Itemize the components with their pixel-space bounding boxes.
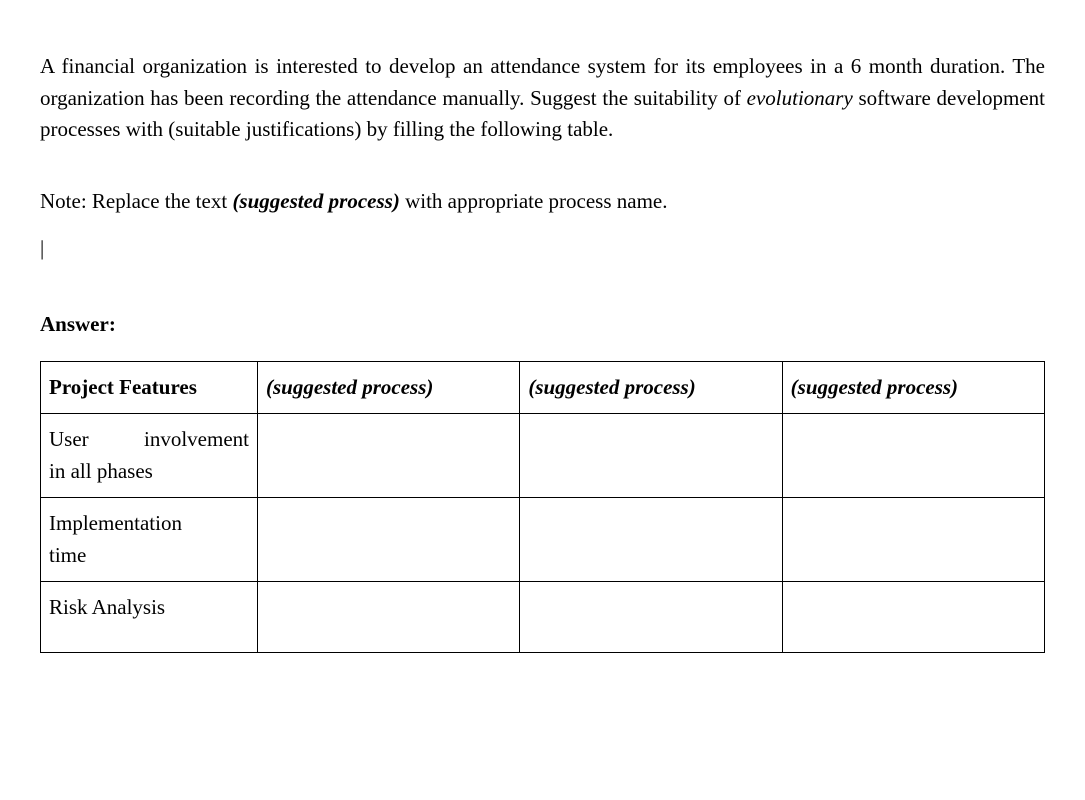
header-process-1: (suggested process)	[258, 361, 520, 414]
row-label-user-involvement: User involvement in all phases	[41, 414, 258, 498]
intro-paragraph: A financial organization is interested t…	[40, 51, 1045, 146]
header-process-3: (suggested process)	[782, 361, 1044, 414]
header-process-2: (suggested process)	[520, 361, 782, 414]
cell-r0-c4	[782, 414, 1044, 498]
row-label-line2: in all phases	[49, 456, 249, 488]
note-post: with appropriate process name.	[400, 189, 668, 213]
header-project-features: Project Features	[41, 361, 258, 414]
table-header-row: Project Features (suggested process) (su…	[41, 361, 1045, 414]
text-cursor: |	[40, 238, 1045, 259]
row-label-line1: Implementation	[49, 508, 249, 540]
row-label-line1: User involvement	[49, 424, 249, 456]
intro-em: evolutionary	[747, 86, 853, 110]
table-row: Implementation time	[41, 498, 1045, 582]
table-row: User involvement in all phases	[41, 414, 1045, 498]
note-pre: Note: Replace the text	[40, 189, 232, 213]
answer-table: Project Features (suggested process) (su…	[40, 361, 1045, 654]
row-label-line1: Risk Analysis	[49, 592, 249, 624]
row-label-implementation-time: Implementation time	[41, 498, 258, 582]
answer-label-text: Answer:	[40, 312, 116, 336]
table-row: Risk Analysis	[41, 582, 1045, 653]
note-bi: (suggested process)	[232, 189, 399, 213]
row-label-line2: time	[49, 540, 249, 572]
cell-r2-c4	[782, 582, 1044, 653]
row-label-risk-analysis: Risk Analysis	[41, 582, 258, 653]
cell-r2-c3	[520, 582, 782, 653]
cell-r1-c4	[782, 498, 1044, 582]
note-paragraph: Note: Replace the text (suggested proces…	[40, 186, 1045, 218]
answer-label: Answer:	[40, 309, 1045, 341]
cell-r2-c2	[258, 582, 520, 653]
cell-r0-c2	[258, 414, 520, 498]
cell-r1-c2	[258, 498, 520, 582]
cell-r0-c3	[520, 414, 782, 498]
cell-r1-c3	[520, 498, 782, 582]
